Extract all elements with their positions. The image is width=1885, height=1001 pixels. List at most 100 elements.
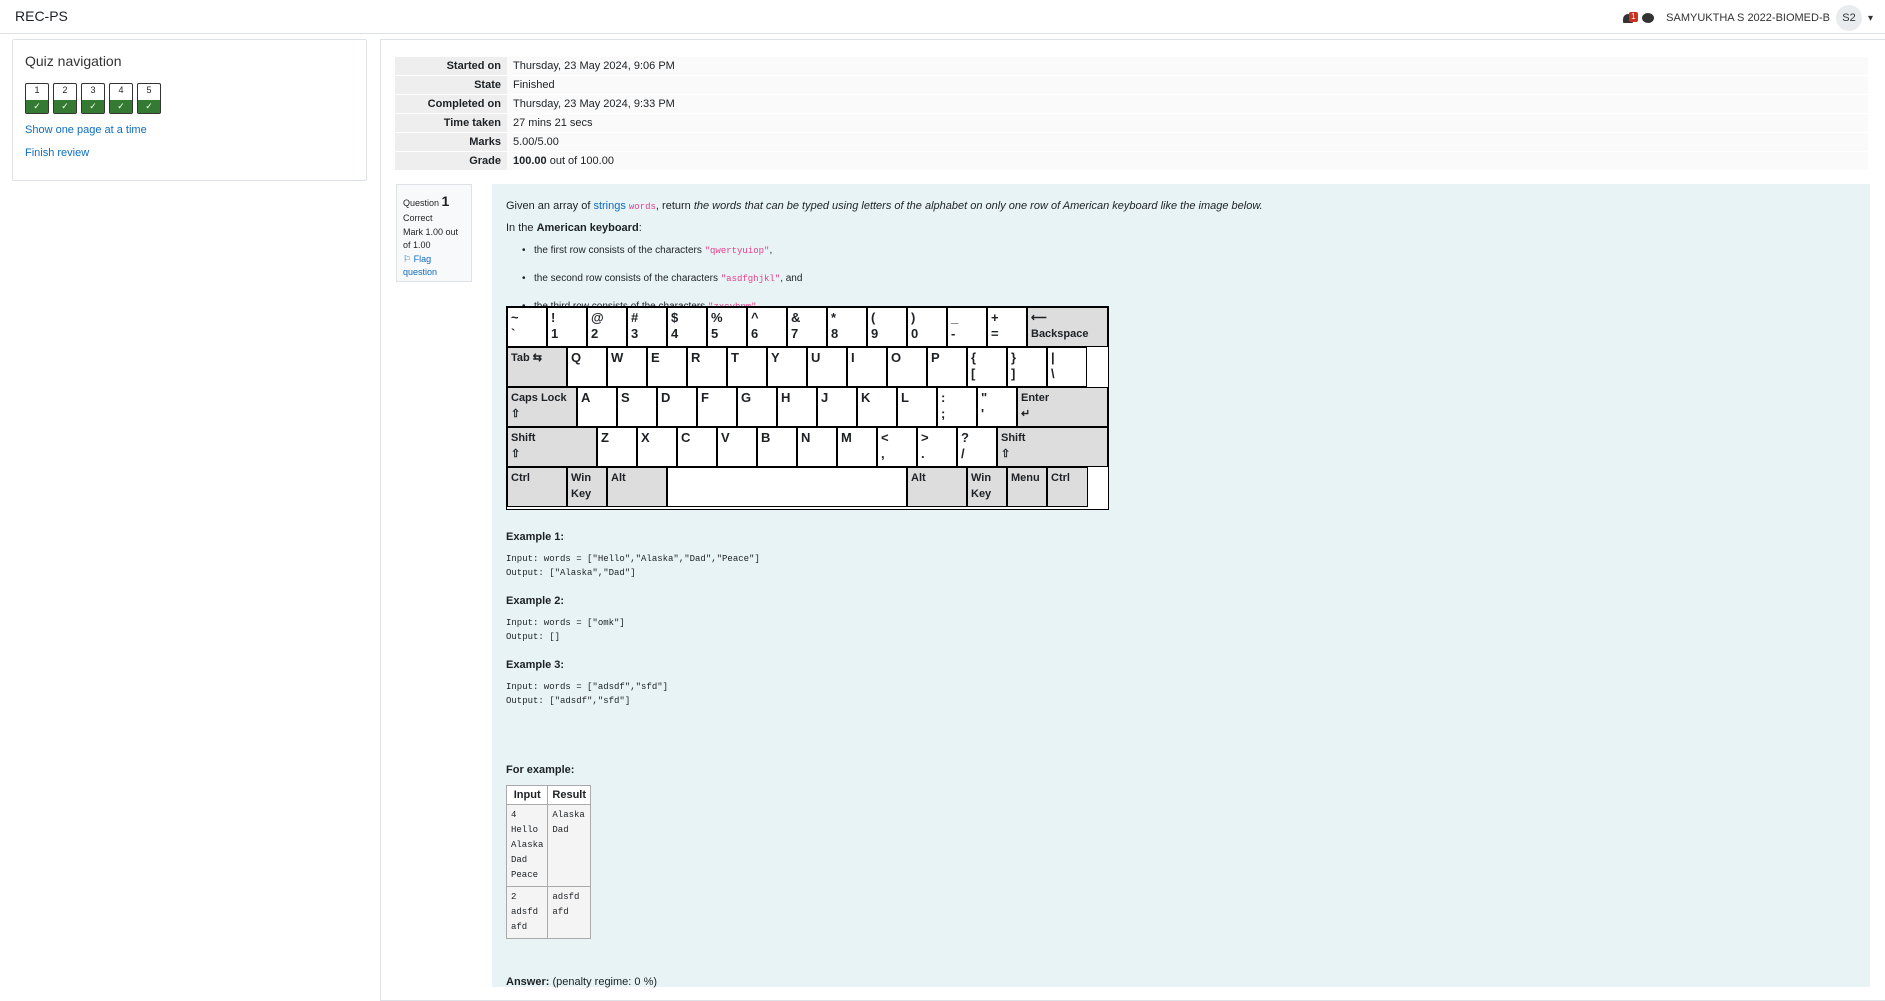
key: # 3 (627, 307, 667, 347)
question-button-1[interactable]: 1 ✓ (25, 83, 49, 114)
key: H (777, 387, 817, 427)
key: T (727, 347, 767, 387)
question-button-5[interactable]: 5 ✓ (137, 83, 161, 114)
key-caps-lock: Caps Lock ⇧ (507, 387, 577, 427)
table-row: 2 adsfd afd adsfd afd (505, 886, 592, 939)
key: } ] (1007, 347, 1047, 387)
finish-review-link[interactable]: Finish review (25, 147, 89, 159)
key: J (817, 387, 857, 427)
user-name[interactable]: SAMYUKTHA S 2022-BIOMED-B (1666, 12, 1830, 24)
key: ^ 6 (747, 307, 787, 347)
flag-question[interactable]: ⚐ Flag question (403, 253, 465, 280)
key: Menu (1007, 467, 1047, 507)
key: { [ (967, 347, 1007, 387)
key: : ; (937, 387, 977, 427)
for-example-table: Input Result 4 Hello Alaska Dad Peace Alas… (505, 785, 592, 939)
key: R (687, 347, 727, 387)
attempt-summary-table: Started on Thursday, 23 May 2024, 9:06 PM… (395, 56, 1868, 170)
key: ? / (957, 427, 997, 467)
key: $ 4 (667, 307, 707, 347)
key: B (757, 427, 797, 467)
question-button-3[interactable]: 3 ✓ (81, 83, 105, 114)
key: % 5 (707, 307, 747, 347)
key: L (897, 387, 937, 427)
check-icon: ✓ (26, 100, 48, 113)
key: S (617, 387, 657, 427)
question-mark: Mark 1.00 out of 1.00 (403, 226, 459, 251)
key: P (927, 347, 967, 387)
for-example-title: For example: (506, 764, 575, 776)
key: M (837, 427, 877, 467)
key: U (807, 347, 847, 387)
notification-count-badge: 1 (1629, 12, 1638, 22)
key: C (677, 427, 717, 467)
key-enter: Enter ↵ (1017, 387, 1108, 427)
key-shift-right: Shift ⇧ (997, 427, 1108, 467)
key: ( 9 (867, 307, 907, 347)
key: Z (597, 427, 637, 467)
key: ) 0 (907, 307, 947, 347)
key: > . (917, 427, 957, 467)
question-button-2[interactable]: 2 ✓ (53, 83, 77, 114)
list-item: the second row consists of the character… (522, 273, 1885, 284)
check-icon: ✓ (110, 100, 132, 113)
key: G (737, 387, 777, 427)
key: V (717, 427, 757, 467)
key: D (657, 387, 697, 427)
key: Ctrl (507, 467, 567, 507)
key: Y (767, 347, 807, 387)
problem-intro: Given an array of strings words, return … (506, 200, 1263, 212)
key: Ctrl (1047, 467, 1088, 507)
check-icon: ✓ (82, 100, 104, 113)
key: N (797, 427, 837, 467)
site-name[interactable]: REC-PS (15, 8, 68, 24)
key: I (847, 347, 887, 387)
key: A (577, 387, 617, 427)
key: Alt (607, 467, 667, 507)
key-tab: Tab ⇆ (507, 347, 567, 387)
key: < , (877, 427, 917, 467)
table-row: 4 Hello Alaska Dad Peace Alaska Dad (505, 804, 592, 887)
key: | \ (1047, 347, 1087, 387)
list-item: the first row consists of the characters… (522, 245, 1885, 256)
question-info: Question 1 Correct Mark 1.00 out of 1.00… (396, 184, 472, 282)
grade-value: 100.00 out of 100.00 (507, 151, 1868, 170)
key: ~ ` (507, 307, 547, 347)
key: X (637, 427, 677, 467)
key: + = (987, 307, 1027, 347)
question-button-4[interactable]: 4 ✓ (109, 83, 133, 114)
question-number: 1 (441, 193, 450, 209)
chat-icon[interactable] (1642, 13, 1655, 23)
key: & 7 (787, 307, 827, 347)
key: K (857, 387, 897, 427)
key: ! 1 (547, 307, 587, 347)
key-backspace: ⟵ Backspace (1027, 307, 1108, 347)
key: O (887, 347, 927, 387)
check-icon: ✓ (54, 100, 76, 113)
user-menu-area: 1 SAMYUKTHA S 2022-BIOMED-B S2 ▾ (1622, 5, 1873, 31)
key-space (667, 467, 907, 507)
quiz-navigation-title: Quiz navigation (25, 53, 122, 69)
example-2: Example 2: Input: words = ["omk"] Output… (506, 595, 625, 642)
key: Win Key (967, 467, 1007, 507)
key: * 8 (827, 307, 867, 347)
example-3: Example 3: Input: words = ["adsdf","sfd"… (506, 659, 669, 706)
check-icon: ✓ (138, 100, 160, 113)
key: Win Key (567, 467, 607, 507)
key: F (697, 387, 737, 427)
chevron-down-icon[interactable]: ▾ (1868, 13, 1873, 24)
flag-icon: ⚐ (403, 253, 412, 264)
key: @ 2 (587, 307, 627, 347)
key: Q (567, 347, 607, 387)
key: " ' (977, 387, 1017, 427)
key: _ - (947, 307, 987, 347)
key: W (607, 347, 647, 387)
avatar[interactable]: S2 (1835, 5, 1862, 31)
key: E (647, 347, 687, 387)
show-one-page-link[interactable]: Show one page at a time (25, 124, 147, 136)
example-1: Example 1: Input: words = ["Hello","Alas… (506, 531, 760, 578)
quiz-navigation-block: Quiz navigation 1 ✓ 2 ✓ 3 ✓ 4 ✓ 5 ✓ Show one … (12, 39, 367, 181)
bell-icon[interactable]: 1 (1622, 11, 1638, 25)
question-buttons: 1 ✓ 2 ✓ 3 ✓ 4 ✓ 5 ✓ (25, 83, 161, 114)
question-state: Correct (403, 213, 433, 223)
